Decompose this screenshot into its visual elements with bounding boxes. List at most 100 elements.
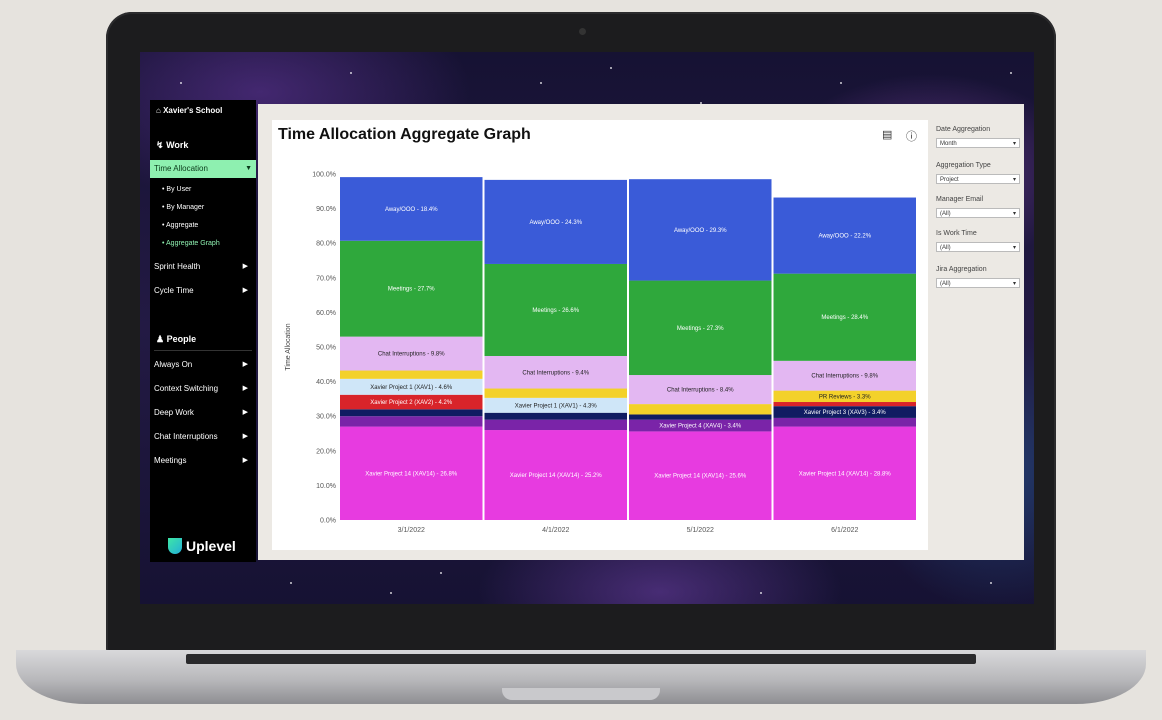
- star: [440, 572, 442, 574]
- data-label: Away/OOO - 29.3%: [674, 228, 727, 234]
- y-tick-label: 50.0%: [316, 345, 336, 352]
- y-tick-label: 90.0%: [316, 206, 336, 213]
- caret-right-icon: ▶: [242, 385, 248, 392]
- filter-label-date-aggregation: Date Aggregation: [936, 126, 991, 133]
- y-tick-label: 20.0%: [316, 448, 336, 455]
- page-title: Time Allocation Aggregate Graph: [278, 126, 531, 143]
- caret-down-icon: ▼: [245, 165, 252, 172]
- data-label: Meetings - 27.7%: [388, 287, 435, 293]
- data-label: Chat Interruptions - 9.8%: [378, 352, 445, 358]
- is-work-time-select[interactable]: (All): [936, 242, 1020, 253]
- bar-segment: [340, 370, 483, 379]
- jira-aggregation-select[interactable]: (All): [936, 278, 1020, 289]
- bar-segment: [773, 402, 916, 407]
- star: [290, 582, 292, 584]
- bar-segment: [484, 419, 627, 431]
- y-tick-label: 30.0%: [316, 414, 336, 421]
- people-heading: ♟ People: [156, 334, 197, 344]
- data-label: Xavier Project 14 (XAV14) - 28.8%: [799, 471, 892, 477]
- aggregation-type-select[interactable]: Project: [936, 174, 1020, 185]
- camera-icon: [579, 28, 586, 35]
- star: [390, 592, 392, 594]
- data-label: Away/OOO - 18.4%: [385, 207, 438, 213]
- caret-right-icon: ▶: [242, 409, 248, 416]
- person-icon: ♟: [156, 334, 165, 344]
- star: [350, 72, 352, 74]
- filter-label-is-work-time: Is Work Time: [936, 230, 977, 237]
- document-icon[interactable]: ▤: [882, 128, 892, 141]
- x-tick-label: 5/1/2022: [687, 527, 714, 534]
- sidebar-item-chat-interruptions[interactable]: Chat Interruptions ▶: [154, 428, 252, 446]
- caret-right-icon: ▶: [242, 263, 248, 270]
- star: [610, 67, 612, 69]
- sidebar-item-context-switching[interactable]: Context Switching ▶: [154, 380, 252, 398]
- sidebar-subitem-by-manager[interactable]: • By Manager: [162, 204, 204, 211]
- date-aggregation-select[interactable]: Month: [936, 138, 1020, 149]
- caret-right-icon: ▶: [242, 287, 248, 294]
- y-tick-label: 100.0%: [312, 172, 336, 179]
- y-tick-label: 40.0%: [316, 379, 336, 386]
- data-label: Xavier Project 14 (XAV14) - 25.6%: [654, 474, 747, 480]
- uplevel-logo-icon: [168, 538, 182, 554]
- star: [540, 82, 542, 84]
- data-label: Chat Interruptions - 9.8%: [811, 374, 878, 380]
- x-tick-label: 4/1/2022: [542, 527, 569, 534]
- y-axis-label: Time Allocation: [285, 323, 292, 370]
- work-heading: ↯ Work: [156, 140, 189, 150]
- filter-label-jira-aggregation: Jira Aggregation: [936, 266, 987, 273]
- y-tick-label: 60.0%: [316, 310, 336, 317]
- data-label: Chat Interruptions - 8.4%: [667, 388, 734, 394]
- data-label: Chat Interruptions - 9.4%: [522, 370, 589, 376]
- school-name[interactable]: ⌂ Xavier's School: [156, 106, 222, 115]
- laptop-hinge: [186, 654, 976, 664]
- bar-segment: [340, 416, 483, 427]
- sidebar-subitem-aggregate[interactable]: • Aggregate: [162, 222, 198, 229]
- data-label: Meetings - 26.6%: [532, 308, 579, 314]
- manager-email-select[interactable]: (All): [936, 208, 1020, 219]
- y-tick-label: 0.0%: [320, 518, 336, 525]
- filter-label-manager-email: Manager Email: [936, 196, 984, 203]
- data-label: PR Reviews - 3.3%: [819, 394, 871, 400]
- sidebar-item-cycle-time[interactable]: Cycle Time ▶: [154, 282, 252, 300]
- bar-segment: [340, 409, 483, 417]
- work-icon: ↯: [156, 140, 164, 150]
- data-label: Away/OOO - 24.3%: [529, 220, 582, 226]
- info-icon[interactable]: ⓘ: [906, 128, 917, 144]
- data-label: Meetings - 27.3%: [677, 326, 724, 332]
- caret-right-icon: ▶: [242, 457, 248, 464]
- laptop-notch: [502, 688, 660, 700]
- bar-segment: [629, 404, 772, 415]
- data-label: Xavier Project 3 (XAV3) - 3.4%: [804, 410, 887, 416]
- star: [990, 582, 992, 584]
- data-label: Xavier Project 4 (XAV4) - 3.4%: [659, 424, 742, 430]
- filter-label-aggregation-type: Aggregation Type: [936, 162, 991, 169]
- divider: [154, 350, 252, 351]
- bar-segment: [484, 388, 627, 398]
- caret-right-icon: ▶: [242, 433, 248, 440]
- data-label: Xavier Project 1 (XAV1) - 4.6%: [370, 385, 453, 391]
- uplevel-logo[interactable]: Uplevel: [168, 538, 236, 554]
- x-tick-label: 6/1/2022: [831, 527, 858, 534]
- sidebar-item-meetings[interactable]: Meetings ▶: [154, 452, 252, 470]
- bar-segment: [773, 417, 916, 427]
- star: [760, 592, 762, 594]
- bar-segment: [629, 414, 772, 420]
- sidebar-item-time-allocation[interactable]: Time Allocation ▼: [150, 160, 256, 178]
- home-icon: ⌂: [156, 106, 161, 115]
- y-tick-label: 70.0%: [316, 275, 336, 282]
- sidebar-item-deep-work[interactable]: Deep Work ▶: [154, 404, 252, 422]
- caret-right-icon: ▶: [242, 361, 248, 368]
- data-label: Xavier Project 14 (XAV14) - 26.8%: [365, 471, 458, 477]
- y-tick-label: 80.0%: [316, 241, 336, 248]
- main-panel: Time Allocation Aggregate Graph ▤ ⓘ Time…: [258, 104, 1024, 560]
- bar-segment: [484, 412, 627, 420]
- star: [180, 82, 182, 84]
- data-label: Meetings - 28.4%: [821, 315, 868, 321]
- sidebar-subitem-by-user[interactable]: • By User: [162, 186, 191, 193]
- sidebar-subitem-aggregate-graph[interactable]: • Aggregate Graph: [162, 240, 220, 247]
- sidebar-item-always-on[interactable]: Always On ▶: [154, 356, 252, 374]
- chart-card: Time Allocation Aggregate Graph ▤ ⓘ Time…: [272, 120, 928, 550]
- sidebar-item-sprint-health[interactable]: Sprint Health ▶: [154, 258, 252, 276]
- star: [1010, 72, 1012, 74]
- sidebar: ⌂ Xavier's School ↯ Work Time Allocation…: [150, 100, 256, 562]
